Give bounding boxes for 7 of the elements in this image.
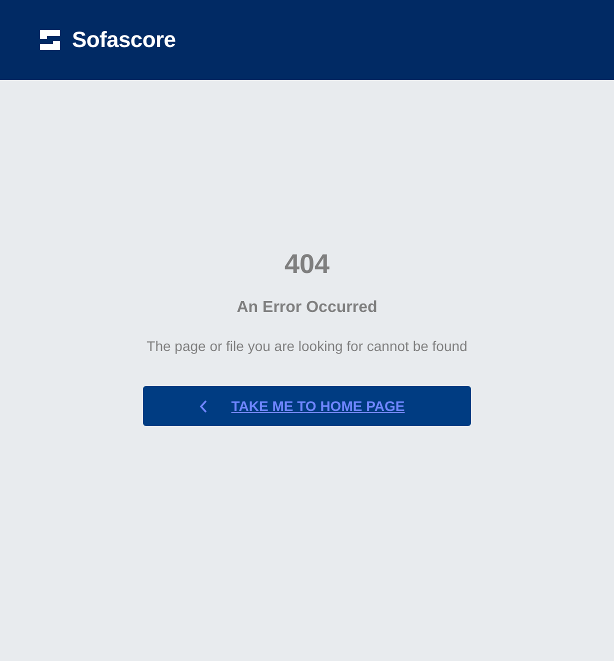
error-title: An Error Occurred — [236, 298, 378, 318]
error-message: The page or file you are looking for cannot be found — [146, 337, 468, 356]
home-button[interactable]: TAKE ME TO HOME PAGE — [143, 386, 471, 426]
logo-text: Sofascore — [72, 27, 176, 53]
logo-icon — [40, 30, 60, 50]
chevron-left-icon — [199, 400, 208, 412]
error-code: 404 — [284, 248, 330, 281]
